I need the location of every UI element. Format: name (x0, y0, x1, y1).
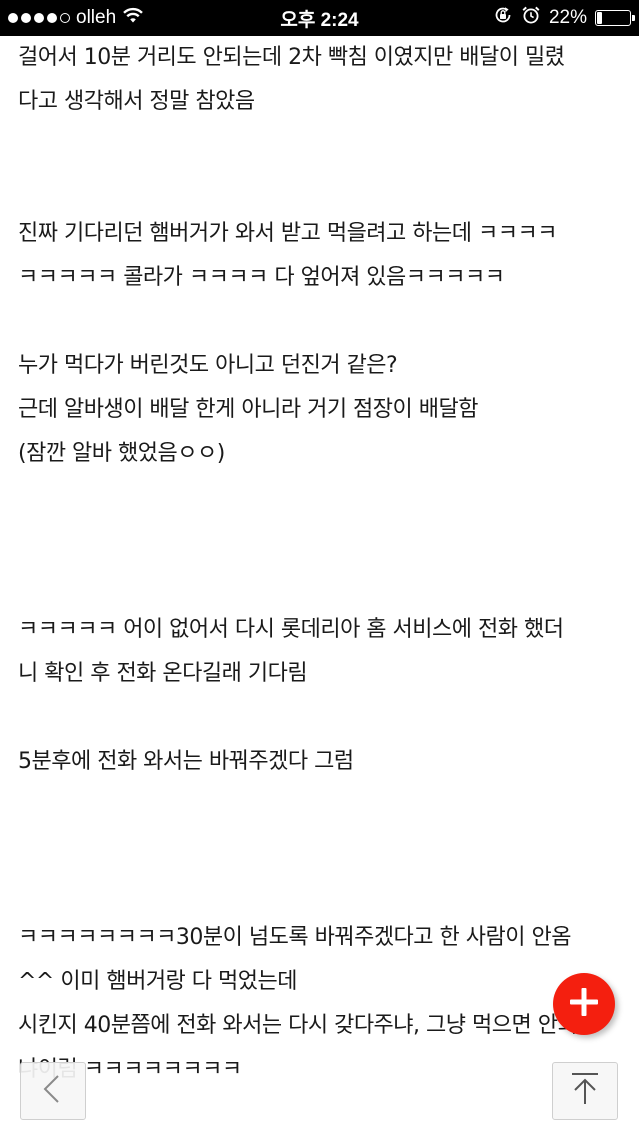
post-text-line: 시킨지 40분쯤에 전화 와서는 다시 갖다주냐, 그냥 먹으면 안되 (18, 1013, 578, 1038)
status-bar-right: 22% (493, 0, 635, 36)
back-button[interactable] (20, 1062, 86, 1120)
arrow-up-to-top-icon (568, 1070, 602, 1112)
arrow-left-icon (38, 1072, 68, 1110)
post-content: 걸어서 10분 거리도 안되는데 2차 빡침 이였지만 배달이 밀렸 다고 생각… (18, 36, 628, 1092)
post-text-line: 진짜 기다리던 햄버거가 와서 받고 먹을려고 하는데 ㅋㅋㅋㅋ (18, 221, 557, 246)
post-text-line: ㅋㅋㅋㅋㅋ 어이 없어서 다시 롯데리아 홈 서비스에 전화 했더 (18, 617, 564, 642)
compose-fab-button[interactable] (553, 973, 615, 1035)
post-text-line: 누가 먹다가 버린것도 아니고 던진거 같은? (18, 353, 398, 378)
post-text-line: ^^ 이미 햄버거랑 다 먹었는데 (18, 969, 297, 994)
post-text-line: 걸어서 10분 거리도 안되는데 2차 빡침 이였지만 배달이 밀렸 (18, 45, 565, 70)
post-text-line: 다고 생각해서 정말 참았음 (18, 89, 255, 114)
alarm-icon (521, 5, 541, 31)
plus-icon (567, 985, 601, 1023)
post-text-line: ㅋㅋㅋㅋㅋㅋㅋㅋ30분이 넘도록 바꿔주겠다고 한 사람이 안옴 (18, 925, 571, 950)
post-text-line: ㅋㅋㅋㅋㅋ 콜라가 ㅋㅋㅋㅋ 다 엎어져 있음ㅋㅋㅋㅋㅋ (18, 265, 505, 290)
post-text-line: 니 확인 후 전화 온다길래 기다림 (18, 661, 308, 686)
battery-percentage: 22% (548, 7, 587, 28)
status-bar: olleh 오후 2:24 22% (0, 0, 639, 36)
rotation-lock-icon (493, 5, 513, 31)
battery-icon (595, 10, 635, 26)
post-text-line: 근데 알바생이 배달 한게 아니라 거기 점장이 배달함 (18, 397, 479, 422)
post-text-line: (잠깐 알바 했었음ㅇㅇ) (18, 441, 225, 466)
post-text-line: 냐이럼 ㅋㅋㅋㅋㅋㅋㅋㅋ (18, 1057, 242, 1082)
battery-level (597, 12, 603, 24)
post-text-line: 5분후에 전화 와서는 바꿔주겠다 그럼 (18, 749, 354, 774)
scroll-to-top-button[interactable] (552, 1062, 618, 1120)
